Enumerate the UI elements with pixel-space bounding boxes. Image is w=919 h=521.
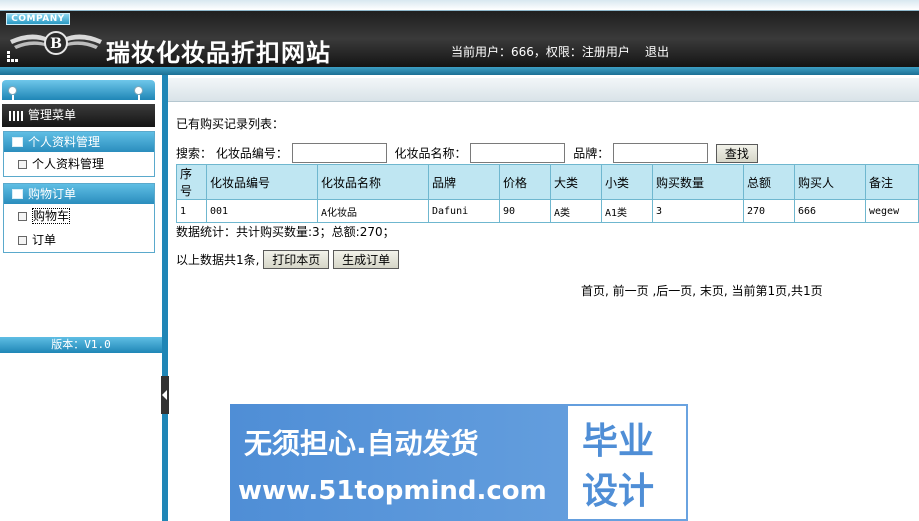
watermark-banner: 无须担心.自动发货 www.51topmind.com 毕业 设计 [230, 404, 688, 521]
table-cell: wegew [865, 199, 919, 223]
table-cell: A类 [550, 199, 602, 223]
data-statistics: 数据统计：共计购买数量:3；总额:270； [176, 225, 395, 239]
table-cell: 001 [206, 199, 318, 223]
menu-title-label: 管理菜单 [28, 108, 77, 122]
folder-icon [12, 137, 23, 147]
generate-order-button[interactable]: 生成订单 [333, 250, 400, 269]
table-cell: 3 [652, 199, 744, 223]
menu-group-title[interactable]: 购物订单 [4, 184, 154, 204]
watermark-slogan: 无须担心.自动发货 [244, 427, 479, 460]
table-cell: A1类 [601, 199, 653, 223]
header-bottom-bar [0, 67, 919, 75]
current-user-info: 当前用户：666，权限：注册用户 [451, 45, 630, 59]
group-title-label: 个人资料管理 [28, 135, 101, 149]
watermark-url: www.51topmind.com [238, 476, 547, 506]
version-label: 版本：V1.0 [0, 337, 162, 353]
column-header: 小类 [601, 164, 653, 200]
purchase-records-table: 序号 化妆品编号 化妆品名称 品牌 价格 大类 小类 购买数量 总额 购买人 备… [176, 164, 919, 223]
pin-icon [134, 86, 143, 104]
pagination[interactable]: 首页, 前一页 ,后一页, 末页, 当前第1页,共1页 [581, 282, 823, 299]
brand-input[interactable] [613, 143, 709, 163]
name-label: 化妆品名称： [394, 146, 467, 161]
group-title-label: 购物订单 [28, 187, 77, 201]
logout-link[interactable]: 退出 [645, 43, 669, 60]
pin-icon [8, 86, 17, 104]
browser-top-strip [0, 0, 919, 11]
watermark-badge-line1: 毕业 [582, 421, 655, 462]
sidebar-item-label: 订单 [32, 233, 57, 247]
brand-label: 品牌： [573, 146, 610, 161]
table-cell: 1 [176, 199, 207, 223]
search-label: 搜索： [176, 146, 213, 161]
folder-icon [12, 189, 23, 199]
sidebar-item-cart[interactable]: 购物车 [4, 204, 154, 228]
table-cell: 270 [743, 199, 795, 223]
table-cell: A化妆品 [317, 199, 429, 223]
column-header: 购买数量 [652, 164, 744, 200]
code-label: 化妆品编号： [215, 146, 288, 161]
logo-dots-icon [7, 51, 18, 62]
column-header: 价格 [499, 164, 551, 200]
column-header: 化妆品名称 [317, 164, 429, 200]
table-cell: 666 [794, 199, 866, 223]
page-icon [18, 212, 27, 221]
site-title: 瑞妆化妆品折扣网站 [106, 38, 331, 67]
table-header-row: 序号 化妆品编号 化妆品名称 品牌 价格 大类 小类 购买数量 总额 购买人 备… [176, 164, 919, 200]
svg-text:B: B [50, 36, 62, 52]
list-title: 已有购买记录列表： [176, 117, 285, 131]
sidebar-item-label: 购物车 [32, 208, 71, 224]
sidebar-item-profile[interactable]: 个人资料管理 [4, 152, 154, 176]
page-icon [18, 160, 27, 169]
table-cell: 90 [499, 199, 551, 223]
column-header: 总额 [743, 164, 795, 200]
search-bar: 搜索： 化妆品编号： 化妆品名称： 品牌： 查找 [176, 143, 758, 165]
search-button[interactable]: 查找 [715, 143, 758, 163]
column-header: 序号 [176, 164, 207, 200]
table-footer: 以上数据共1条, 打印本页 生成订单 [176, 250, 400, 270]
column-header: 大类 [550, 164, 602, 200]
product-code-input[interactable] [291, 143, 387, 163]
sidebar-item-label: 个人资料管理 [32, 157, 105, 171]
content-toolbar [155, 78, 919, 102]
table-cell: Dafuni [428, 199, 500, 223]
column-header: 品牌 [428, 164, 500, 200]
winged-b-logo-icon: B [10, 31, 102, 55]
menu-group-profile: 个人资料管理 个人资料管理 [3, 131, 155, 177]
record-count-text: 以上数据共1条, [176, 253, 260, 267]
sidebar-top-bar [2, 80, 155, 100]
sidebar-item-orders[interactable]: 订单 [4, 228, 154, 252]
watermark-badge: 毕业 设计 [568, 406, 686, 519]
column-header: 备注 [865, 164, 919, 200]
company-badge: COMPANY [6, 13, 70, 25]
menu-title: 管理菜单 [2, 104, 155, 127]
column-header: 化妆品编号 [206, 164, 318, 200]
menu-grid-icon [9, 111, 23, 121]
sidebar: 管理菜单 个人资料管理 个人资料管理 购物订单 购物车 订单 版本：V1.0 [0, 75, 162, 521]
page-icon [18, 236, 27, 245]
watermark-badge-line2: 设计 [582, 471, 655, 512]
menu-group-title[interactable]: 个人资料管理 [4, 132, 154, 152]
table-row: 1 001 A化妆品 Dafuni 90 A类 A1类 3 270 666 we… [176, 199, 919, 223]
site-header: COMPANY B 瑞妆化妆品折扣网站 当前用户：666，权限：注册用户 退出 [0, 11, 919, 67]
product-name-input[interactable] [470, 143, 566, 163]
print-page-button[interactable]: 打印本页 [263, 250, 330, 269]
column-header: 购买人 [794, 164, 866, 200]
menu-group-orders: 购物订单 购物车 订单 [3, 183, 155, 253]
